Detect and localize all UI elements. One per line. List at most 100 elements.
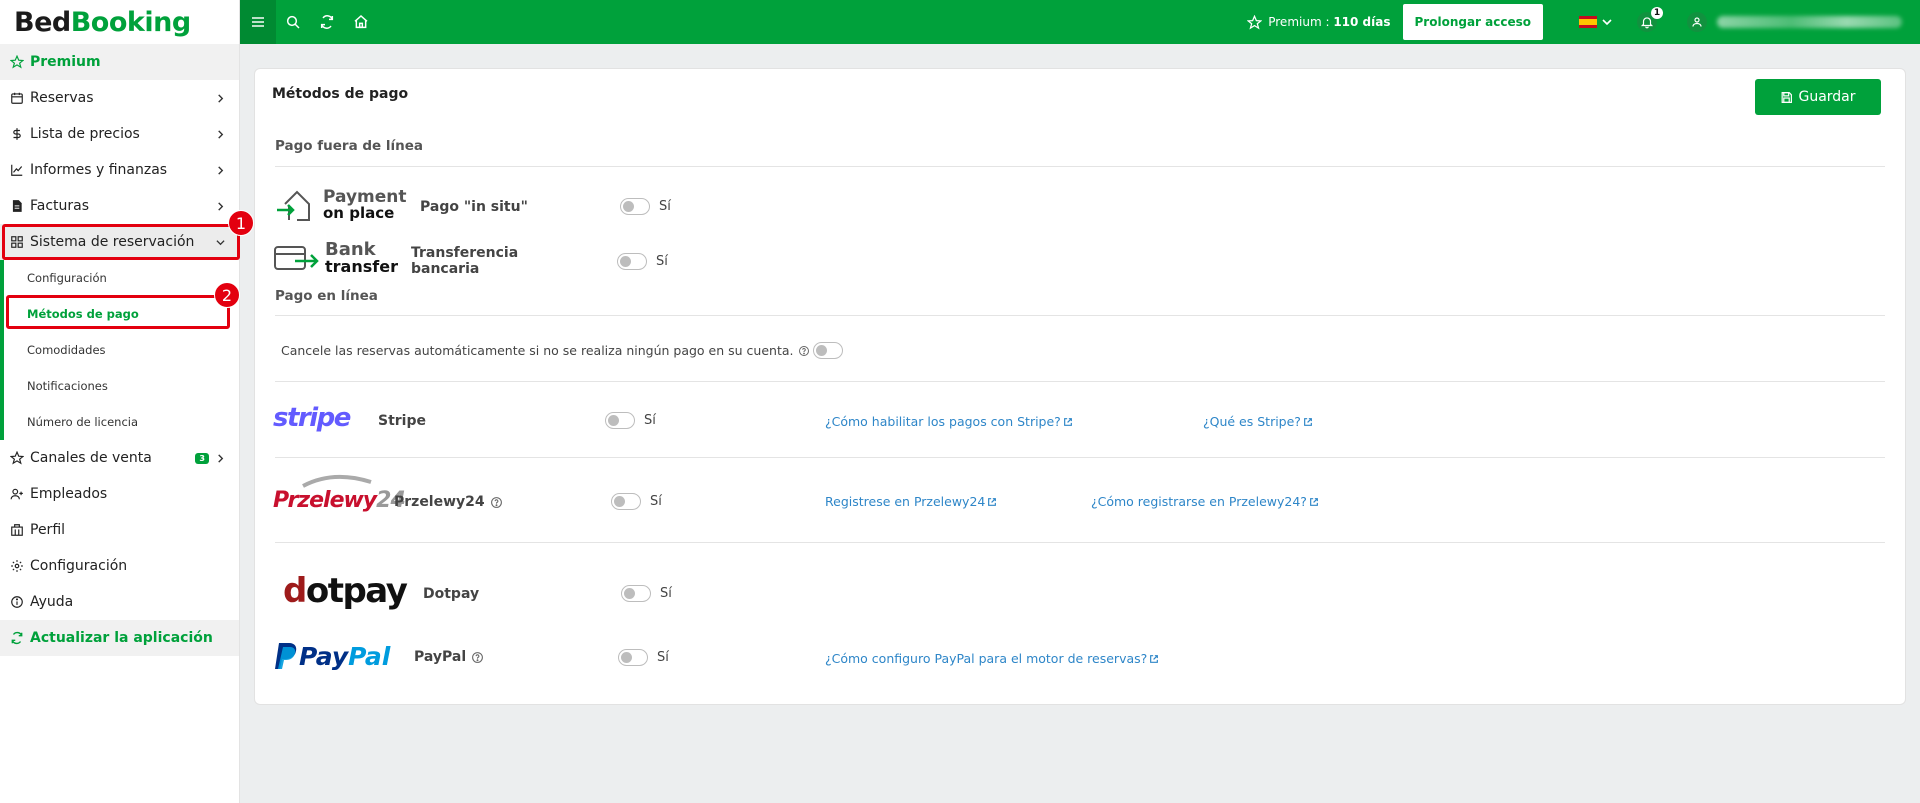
user-name-redacted	[1717, 16, 1902, 28]
toggle-label: Sí	[650, 494, 662, 509]
help-icon[interactable]	[490, 496, 503, 509]
paypal-toggle[interactable]: Sí	[618, 649, 669, 666]
logo-text: transfer	[325, 257, 398, 276]
user-icon	[1692, 17, 1702, 27]
refresh-icon	[10, 631, 24, 645]
hamburger-menu-button[interactable]	[240, 0, 276, 44]
auto-cancel-text: Cancele las reservas automáticamente si …	[281, 343, 810, 358]
auto-cancel-label: Cancele las reservas automáticamente si …	[281, 343, 794, 358]
sidebar-item-empleados[interactable]: Empleados	[0, 476, 239, 512]
link-text: Registrese en Przelewy24	[825, 494, 986, 509]
bank-transfer-toggle[interactable]: Sí	[617, 253, 668, 270]
method-paypal-label: PayPal	[414, 649, 484, 665]
spain-flag-icon	[1579, 16, 1597, 28]
sidebar-item-configuracion[interactable]: Configuración	[0, 548, 239, 584]
offline-section-title: Pago fuera de línea	[275, 138, 424, 154]
premium-status: Premium : 110 días	[1247, 14, 1391, 30]
link-text: ¿Qué es Stripe?	[1203, 414, 1301, 429]
paypal-logo: Pay Pal	[273, 641, 390, 671]
payment-methods-card: Métodos de pago Guardar Pago fuera de lí…	[254, 68, 1906, 705]
external-link-icon	[1310, 497, 1318, 506]
przelewy24-register-link[interactable]: Registrese en Przelewy24	[825, 494, 997, 509]
paypal-p-icon	[275, 643, 297, 669]
payment-on-place-logo: Payment on place	[275, 188, 407, 222]
language-selector[interactable]	[1579, 16, 1613, 28]
dotpay-toggle[interactable]: Sí	[621, 585, 672, 602]
help-icon[interactable]	[798, 345, 810, 357]
logo-text: Przelewy	[273, 488, 377, 513]
annotation-highlight-1	[2, 224, 240, 260]
sidebar-item-reservas[interactable]: Reservas	[0, 80, 239, 116]
auto-cancel-toggle[interactable]	[813, 342, 843, 359]
toggle-switch[interactable]	[611, 493, 641, 510]
sidebar-item-informes[interactable]: Informes y finanzas	[0, 152, 239, 188]
method-dotpay-label: Dotpay	[423, 586, 480, 602]
divider	[275, 457, 1885, 458]
toggle-switch[interactable]	[621, 585, 651, 602]
toggle-label: Sí	[660, 586, 672, 601]
annotation-badge-1: 1	[228, 210, 254, 236]
bedbooking-logo[interactable]: Bed Booking	[0, 0, 239, 44]
stripe-logo: stripe	[273, 403, 351, 433]
online-section-title: Pago en línea	[275, 288, 378, 304]
method-przelewy24-label: Przelewy24	[394, 494, 503, 510]
search-button[interactable]	[276, 0, 310, 44]
search-icon	[286, 15, 300, 29]
info-icon	[10, 595, 24, 609]
help-icon[interactable]	[471, 651, 484, 664]
sidebar-item-ayuda[interactable]: Ayuda	[0, 584, 239, 620]
toggle-switch[interactable]	[617, 253, 647, 270]
home-button[interactable]	[344, 0, 378, 44]
star-icon	[10, 451, 24, 465]
przelewy24-swoosh	[302, 474, 372, 488]
przelewy24-how-to-link[interactable]: ¿Cómo registrarse en Przelewy24?	[1091, 494, 1319, 509]
external-link-icon	[988, 497, 997, 506]
floppy-icon	[1782, 91, 1793, 103]
card-arrow-icon	[274, 246, 319, 270]
chevron-right-icon	[215, 129, 225, 139]
sidebar-item-label: Ayuda	[30, 594, 74, 610]
toggle-switch[interactable]	[620, 198, 650, 215]
external-link-icon	[1150, 654, 1159, 663]
toggle-switch[interactable]	[618, 649, 648, 666]
toggle-switch[interactable]	[605, 412, 635, 429]
submenu-item-notificaciones[interactable]: Notificaciones	[4, 368, 239, 404]
sidebar-item-facturas[interactable]: Facturas	[0, 188, 239, 224]
prolong-access-button[interactable]: Prolongar acceso	[1402, 4, 1543, 40]
sidebar-item-premium[interactable]: Premium	[0, 44, 239, 80]
dollar-icon	[10, 127, 24, 141]
paypal-how-to-link[interactable]: ¿Cómo configuro PayPal para el motor de …	[825, 651, 1159, 666]
external-link-icon	[1063, 417, 1072, 426]
bank-transfer-logo: Bank transfer	[273, 241, 398, 275]
sidebar-item-lista-precios[interactable]: Lista de precios	[0, 116, 239, 152]
method-stripe-label: Stripe	[378, 413, 426, 429]
sidebar-item-perfil[interactable]: Perfil	[0, 512, 239, 548]
refresh-button[interactable]	[310, 0, 344, 44]
toggle-label: Sí	[644, 413, 656, 428]
submenu-item-numero-licencia[interactable]: Número de licencia	[4, 404, 239, 440]
submenu-item-configuracion[interactable]: Configuración	[4, 260, 239, 296]
sidebar-item-actualizar[interactable]: Actualizar la aplicación	[0, 620, 239, 656]
user-menu-button[interactable]	[1687, 12, 1707, 32]
sidebar-item-label: Perfil	[30, 522, 66, 538]
sistema-reservacion-submenu: Configuración Métodos de pago Comodidade…	[0, 260, 239, 440]
save-button[interactable]: Guardar	[1755, 79, 1881, 115]
stripe-what-is-link[interactable]: ¿Qué es Stripe?	[1203, 414, 1313, 429]
sidebar-item-label: Premium	[30, 54, 101, 70]
submenu-item-comodidades[interactable]: Comodidades	[4, 332, 239, 368]
chevron-right-icon	[215, 165, 225, 175]
sidebar-item-canales-venta[interactable]: Canales de venta 3	[0, 440, 239, 476]
sidebar-item-label: Reservas	[30, 90, 94, 106]
stripe-how-to-link[interactable]: ¿Cómo habilitar los pagos con Stripe?	[825, 414, 1073, 429]
invoice-icon	[10, 199, 24, 213]
chevron-right-icon	[215, 201, 225, 211]
stripe-toggle[interactable]: Sí	[605, 412, 656, 429]
przelewy24-toggle[interactable]: Sí	[611, 493, 662, 510]
annotation-badge-2: 2	[214, 282, 240, 308]
przelewy24-label-text: Przelewy24	[394, 494, 485, 510]
in-situ-toggle[interactable]: Sí	[620, 198, 671, 215]
annotation-highlight-2	[6, 295, 230, 329]
divider	[275, 166, 1885, 167]
chart-line-icon	[10, 163, 24, 177]
notifications-button[interactable]: 1	[1637, 7, 1663, 32]
